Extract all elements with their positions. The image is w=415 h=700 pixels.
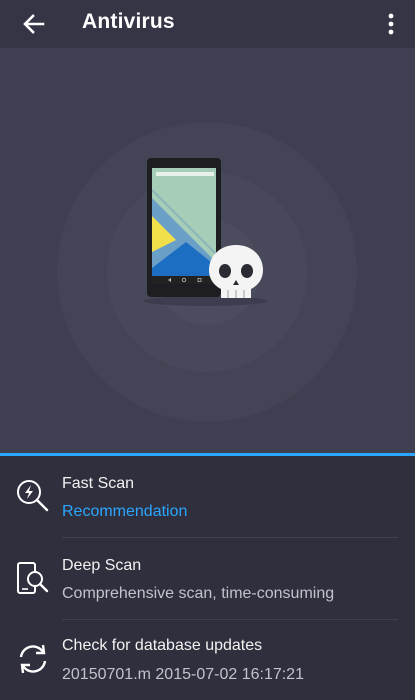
database-update-title: Check for database updates (62, 637, 263, 654)
deep-scan-option[interactable]: Deep Scan Comprehensive scan, time-consu… (0, 538, 415, 620)
deep-scan-icon (17, 562, 49, 594)
fast-scan-icon (17, 480, 49, 512)
hero-panel (0, 48, 415, 453)
app-bar: Antivirus (0, 0, 415, 48)
fast-scan-option[interactable]: Fast Scan Recommendation (0, 456, 415, 538)
deep-scan-subtitle: Comprehensive scan, time-consuming (62, 585, 335, 602)
fast-scan-title: Fast Scan (62, 475, 135, 492)
fast-scan-subtitle: Recommendation (62, 503, 188, 520)
deep-scan-title: Deep Scan (62, 557, 142, 574)
database-version-info: 20150701.m 2015-07-02 16:17:21 (62, 666, 304, 683)
refresh-icon (19, 644, 47, 674)
back-arrow-icon[interactable] (20, 10, 48, 38)
database-update-option[interactable]: Check for database updates 20150701.m 20… (0, 620, 415, 700)
scan-options-list: Fast Scan Recommendation Deep Scan Compr… (0, 456, 415, 700)
antivirus-screen: Antivirus Fast Scan Recommendation Deep … (0, 0, 415, 700)
phone-with-skull-illustration (143, 158, 267, 306)
page-title: Antivirus (82, 10, 175, 33)
more-vert-icon[interactable] (381, 10, 401, 38)
